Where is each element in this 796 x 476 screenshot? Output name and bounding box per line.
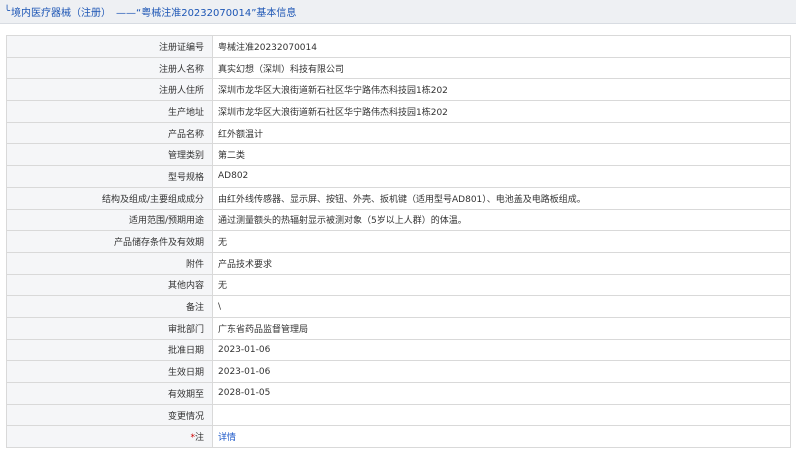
row-label: 产品名称 [6,121,213,145]
row-value: 详情 [212,425,791,449]
row-value: 深圳市龙华区大浪街道新石社区华宁路伟杰科技园1栋202 [212,100,791,123]
row-label: 型号规格 [6,165,213,188]
page-header: ╰ 境内医疗器械（注册） ——“粤械注准20232070014”基本信息 [0,0,796,24]
row-label: 备注 [6,295,213,318]
table-row: 注册人名称 真实幻想（深圳）科技有限公司 [6,56,791,80]
table-row: 产品储存条件及有效期无 [6,230,791,253]
table-row: 备注 \ [6,295,791,318]
row-label: 管理类别 [6,143,213,167]
row-value: 无 [212,230,791,253]
row-label: 审批部门 [6,316,213,340]
row-value: 由红外线传感器、显示屏、按钮、外壳、扳机键（适用型号AD801）、电池盖及电路板… [212,186,791,210]
table-row: 附件 产品技术要求 [6,251,791,275]
row-value: 深圳市龙华区大浪街道新石社区华宁路伟杰科技园1栋202 [212,78,791,102]
table-row: 管理类别 第二类 [6,143,791,167]
row-value: 无 [212,273,791,297]
table-row-note: *注 详情 [6,425,791,449]
row-label: 注册人名称 [6,56,213,80]
row-value: 广东省药品监督管理局 [212,316,791,340]
row-value: \ [212,295,791,318]
table-row: 审批部门 广东省药品监督管理局 [6,316,791,340]
info-table-container: 注册证编号 粤械注准20232070014 注册人名称 真实幻想（深圳）科技有限公司… [6,35,791,449]
table-row: 适用范围/预期用途 通过测量额头的热辐射显示被测对象（5岁以上人群）的体温。 [6,208,791,232]
row-value: 2023-01-06 [212,360,791,383]
row-value: AD802 [212,165,791,188]
row-label: 变更情况 [6,403,213,427]
row-label: 生效日期 [6,360,213,383]
row-value: 产品技术要求 [212,251,791,275]
table-row: 注册人住所 深圳市龙华区大浪街道新石社区华宁路伟杰科技园1栋202 [6,78,791,102]
table-row: 批准日期 2023-01-06 [6,338,791,362]
table-row: 变更情况 [6,403,791,427]
row-label: 产品储存条件及有效期 [6,230,213,253]
row-label: 结构及组成/主要组成成分 [6,186,213,210]
row-value: 真实幻想（深圳）科技有限公司 [212,56,791,80]
row-value: 通过测量额头的热辐射显示被测对象（5岁以上人群）的体温。 [212,208,791,232]
row-label: 批准日期 [6,338,213,362]
table-row: 生效日期 2023-01-06 [6,360,791,383]
row-label: 生产地址 [6,100,213,123]
info-table: 注册证编号 粤械注准20232070014 注册人名称 真实幻想（深圳）科技有限公司… [6,35,791,449]
row-value: 2023-01-06 [212,338,791,362]
table-row: 结构及组成/主要组成成分 由红外线传感器、显示屏、按钮、外壳、扳机键（适用型号AD… [6,186,791,210]
row-value: 红外额温计 [212,121,791,145]
header-tree-icon: ╰ [4,6,11,17]
row-value: 第二类 [212,143,791,167]
row-label: 注册人住所 [6,78,213,102]
table-row: 型号规格 AD802 [6,165,791,188]
row-label: 注册证编号 [6,35,213,58]
table-row: 注册证编号 粤械注准20232070014 [6,35,791,58]
row-label: *注 [6,425,213,449]
note-label: 注 [194,433,204,444]
table-row: 其他内容无 [6,273,791,297]
row-label: 适用范围/预期用途 [6,208,213,232]
table-row: 生产地址 深圳市龙华区大浪街道新石社区华宁路伟杰科技园1栋202 [6,100,791,123]
row-label: 附件 [6,251,213,275]
table-row: 有效期至 2028-01-05 [6,382,791,405]
page-title: 境内医疗器械（注册） ——“粤械注准20232070014”基本信息 [11,8,297,19]
row-value: 粤械注准20232070014 [212,35,791,58]
row-label: 有效期至 [6,382,213,405]
row-value: 2028-01-05 [212,382,791,405]
details-link[interactable]: 详情 [218,433,236,443]
table-row: 产品名称 红外额温计 [6,121,791,145]
row-label: 其他内容 [6,273,213,297]
row-value [212,403,791,427]
